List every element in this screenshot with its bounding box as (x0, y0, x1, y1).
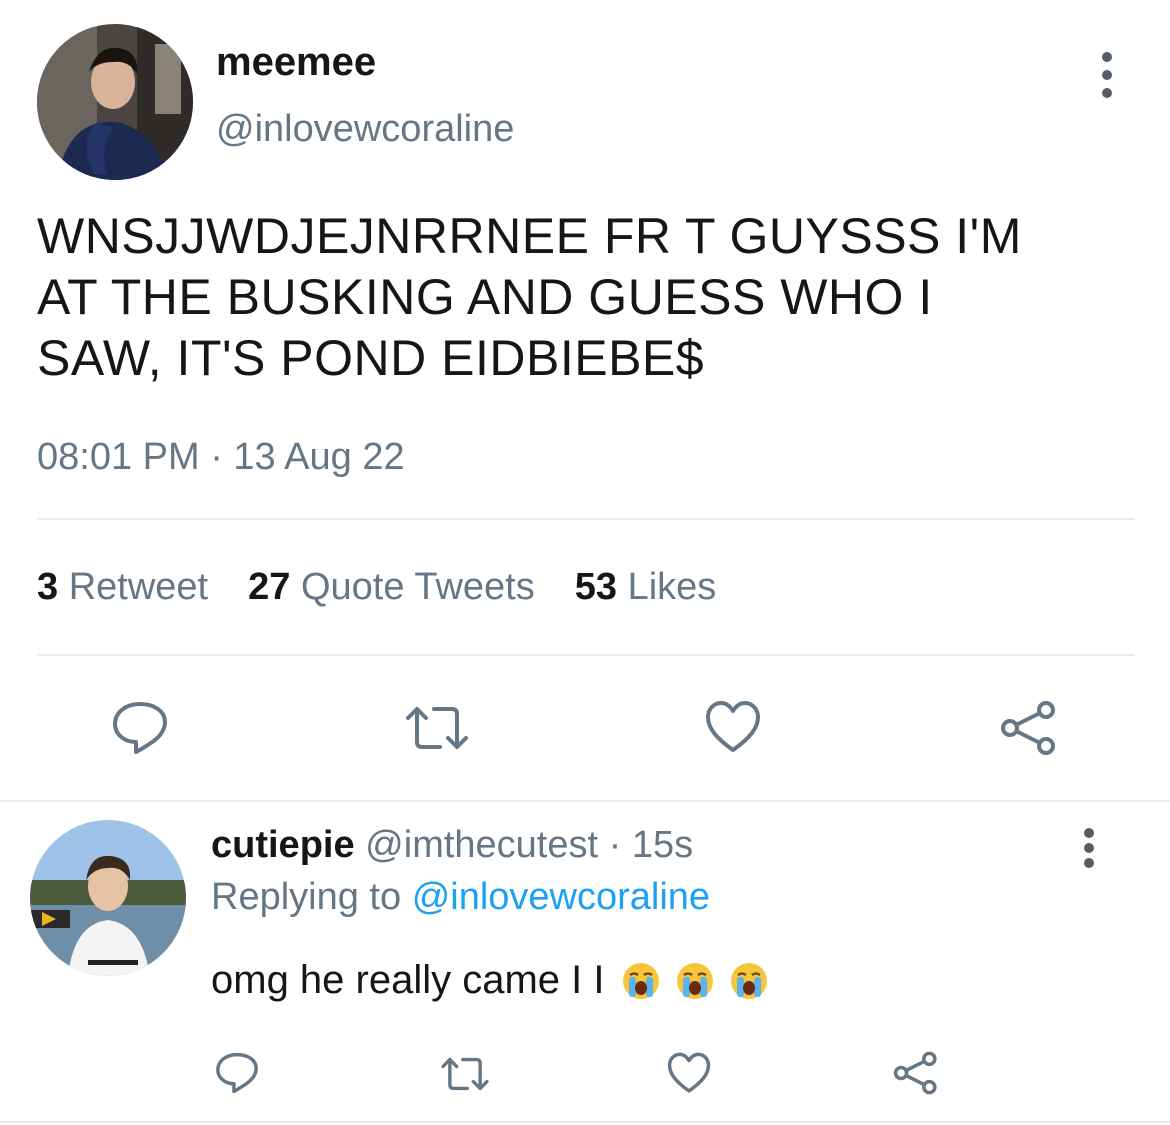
quote-label: Quote Tweets (300, 566, 535, 608)
comment-icon[interactable] (110, 700, 170, 756)
tweet-text-line: SAW, IT'S POND EIDBIEBE$ (37, 330, 705, 386)
dot (1102, 52, 1112, 62)
more-options-icon[interactable] (1072, 828, 1106, 868)
heart-icon[interactable] (666, 1052, 712, 1094)
replying-to: Replying to @inlovewcoraline (211, 876, 710, 919)
reply-header: cutiepie @imthecutest · 15s (211, 824, 693, 867)
reply-text-content: omg he really came I I (211, 958, 605, 1002)
retweet-icon[interactable] (440, 1055, 490, 1093)
tweet-text-line: WNSJJWDJEJNRRNEE FR T GUYSSS I'M (37, 208, 1022, 264)
divider (37, 518, 1134, 520)
replying-handle-link[interactable]: @inlovewcoraline (412, 876, 710, 918)
author-handle[interactable]: @inlovewcoraline (216, 108, 514, 151)
reply-author-handle[interactable]: @imthecutest (365, 824, 598, 866)
likes-stat[interactable]: 53 Likes (575, 566, 717, 609)
author-avatar[interactable] (37, 24, 193, 180)
tweet-detail-page: meemee @inlovewcoraline WNSJJWDJEJNRRNEE… (0, 0, 1170, 1125)
likes-count: 53 (574, 566, 618, 608)
reply-author-name[interactable]: cutiepie (211, 824, 355, 866)
retweet-icon[interactable] (404, 704, 470, 752)
loudly-crying-face-icon (730, 962, 767, 999)
retweet-count: 3 (37, 566, 59, 608)
retweet-label: Retweet (68, 566, 209, 608)
author-name[interactable]: meemee (216, 40, 376, 85)
share-icon[interactable] (1000, 700, 1058, 756)
divider (37, 654, 1134, 656)
dot (1084, 843, 1094, 853)
tweet-stats: 3 Retweet 27 Quote Tweets 53 Likes (37, 566, 716, 609)
share-icon[interactable] (893, 1051, 939, 1095)
tweet-text-line: AT THE BUSKING AND GUESS WHO I (37, 269, 933, 325)
reply-author-avatar[interactable] (30, 820, 186, 976)
quote-stat[interactable]: 27 Quote Tweets (248, 566, 535, 609)
reply-text: omg he really came I I (211, 958, 769, 1003)
comment-icon[interactable] (214, 1051, 260, 1095)
divider (0, 800, 1170, 802)
likes-label: Likes (627, 566, 717, 608)
dot (1102, 88, 1112, 98)
loudly-crying-face-icon (622, 962, 659, 999)
more-options-icon[interactable] (1090, 52, 1124, 98)
loudly-crying-face-icon (676, 962, 713, 999)
tweet-text: WNSJJWDJEJNRRNEE FR T GUYSSS I'M AT THE … (37, 206, 1127, 389)
tweet-timestamp[interactable]: 08:01 PM · 13 Aug 22 (37, 436, 405, 479)
quote-count: 27 (248, 566, 291, 608)
dot (1084, 828, 1094, 838)
dot (1084, 858, 1094, 868)
heart-icon[interactable] (704, 700, 762, 754)
retweet-stat[interactable]: 3 Retweet (37, 566, 208, 609)
dot (1102, 70, 1112, 80)
replying-prefix: Replying to (211, 876, 402, 918)
divider (0, 1121, 1170, 1123)
reply-time: · 15s (608, 824, 694, 866)
